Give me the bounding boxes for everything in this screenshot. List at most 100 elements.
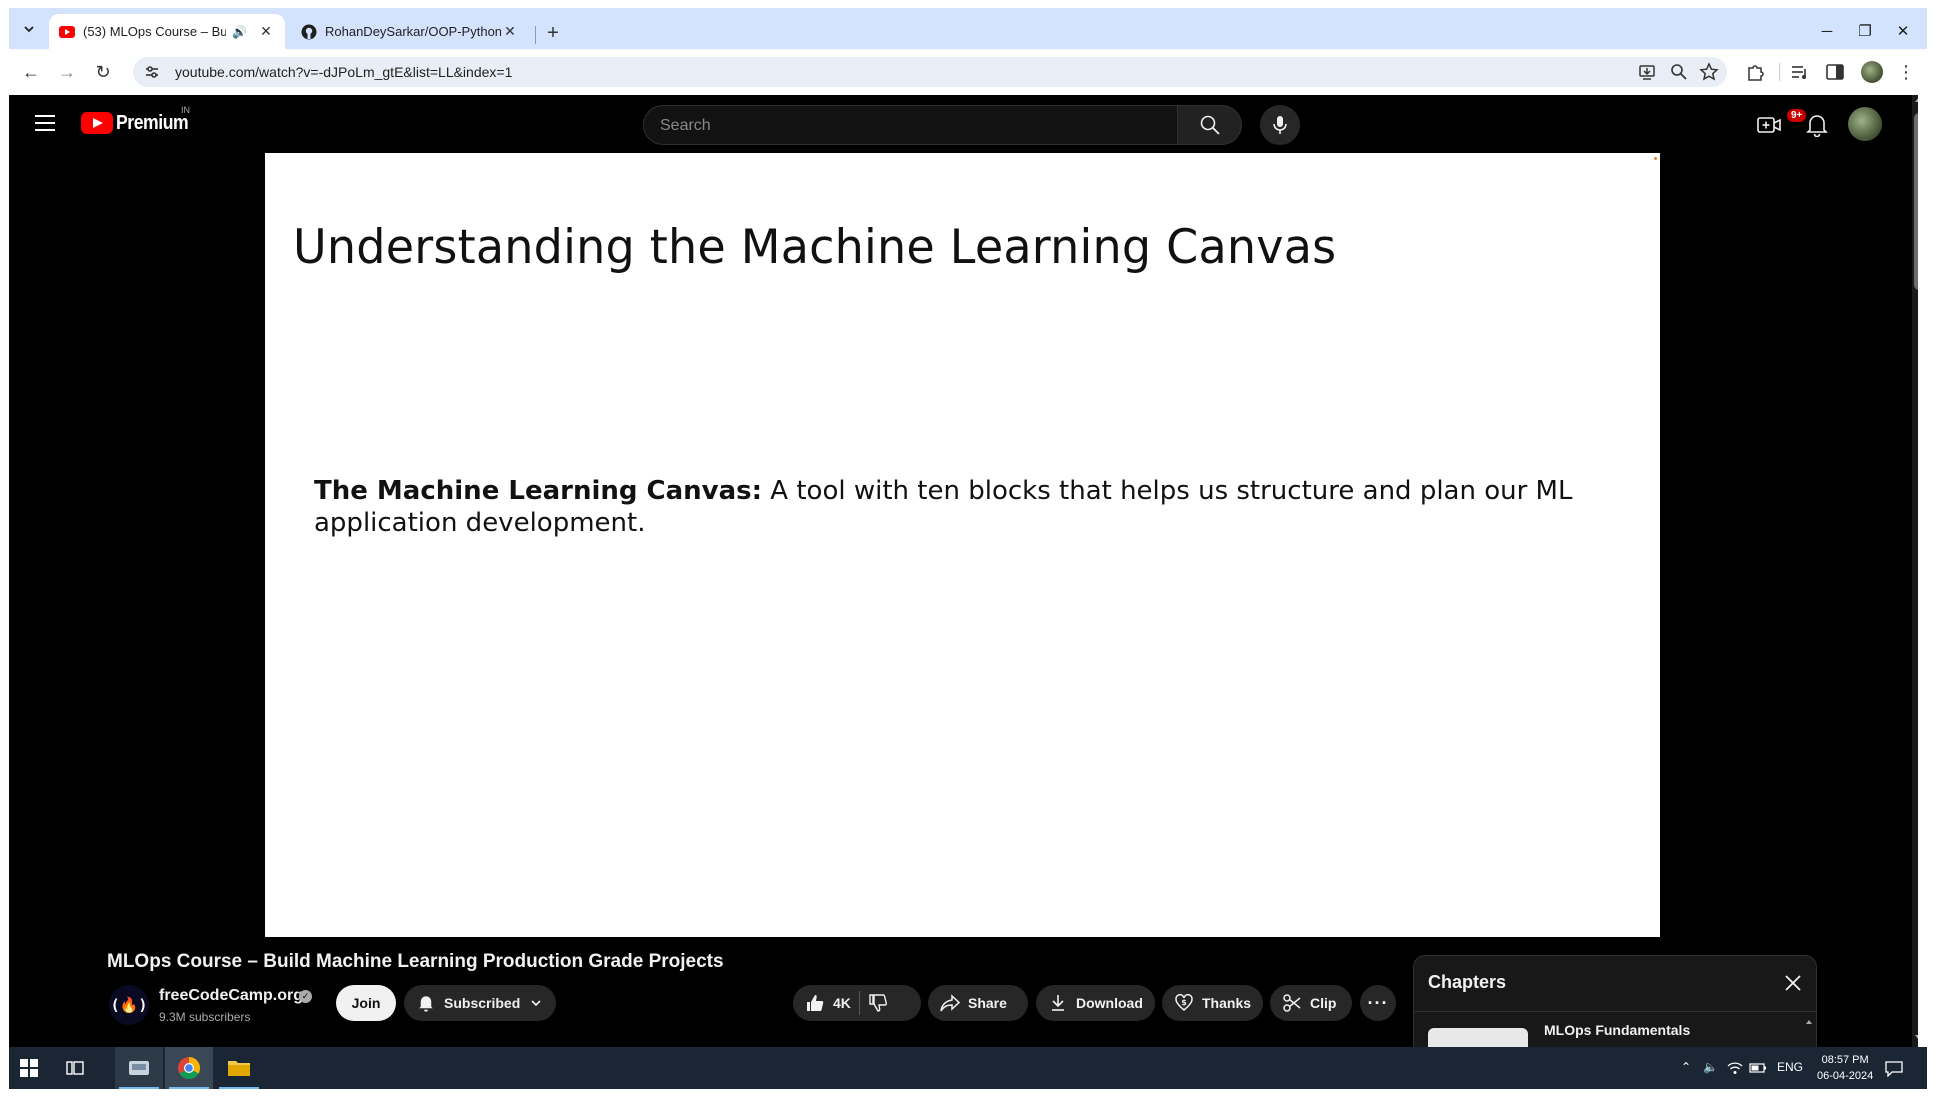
account-avatar[interactable] <box>1848 107 1882 141</box>
bell-icon <box>416 993 436 1013</box>
bookmark-star-icon[interactable] <box>1699 62 1719 82</box>
hamburger-menu-icon[interactable] <box>35 115 55 131</box>
task-view-button[interactable] <box>55 1047 95 1089</box>
close-icon[interactable] <box>1782 972 1804 994</box>
scroll-up-arrow-icon[interactable] <box>1915 97 1918 102</box>
share-button[interactable]: Share <box>928 985 1028 1021</box>
site-settings-icon[interactable] <box>143 63 161 81</box>
notification-center-icon[interactable] <box>1885 1061 1903 1077</box>
download-icon <box>1048 993 1068 1013</box>
tab-search-button[interactable] <box>17 17 41 41</box>
slide-marker <box>1654 157 1657 160</box>
tab-title: RohanDeySarkar/OOP-Python <box>325 24 501 39</box>
tab-separator <box>535 26 536 44</box>
create-video-icon <box>1757 117 1781 133</box>
show-hidden-icons-chevron-icon[interactable]: ⌃ <box>1681 1060 1691 1074</box>
chapter-thumbnail[interactable] <box>1428 1028 1528 1047</box>
windows-logo-icon <box>20 1059 38 1077</box>
toolbar-separator <box>1779 63 1780 81</box>
address-bar[interactable]: youtube.com/watch?v=-dJPoLm_gtE&list=LL&… <box>133 57 1727 87</box>
slide-body-term: The Machine Learning Canvas: <box>314 476 763 506</box>
chevron-down-icon <box>531 1000 541 1007</box>
create-button[interactable] <box>1756 112 1782 138</box>
channel-name[interactable]: freeCodeCamp.org <box>159 987 303 1005</box>
scissors-icon <box>1282 993 1302 1013</box>
chapter-item-label[interactable]: MLOps Fundamentals <box>1544 1022 1690 1038</box>
start-button[interactable] <box>9 1047 49 1089</box>
browser-tab-youtube[interactable]: (53) MLOps Course – Build Machine Learni… <box>49 14 285 49</box>
subscribed-label: Subscribed <box>444 995 521 1011</box>
browser-toolbar: ← → ↻ youtube.com/watch?v=-dJPoLm_gtE&li… <box>9 49 1927 95</box>
close-tab-icon[interactable]: ✕ <box>257 23 275 40</box>
download-button[interactable]: Download <box>1036 985 1155 1021</box>
channel-avatar[interactable]: (🔥) <box>109 985 149 1025</box>
slide-body: The Machine Learning Canvas: A tool with… <box>314 475 1574 539</box>
media-controls-icon[interactable] <box>1789 61 1811 83</box>
minimize-button[interactable]: ─ <box>1809 20 1845 44</box>
taskbar-app-chrome[interactable] <box>165 1047 213 1089</box>
chapters-panel: Chapters MLOps Fundamentals <box>1413 955 1817 1047</box>
like-dislike-group: 4K <box>793 985 921 1021</box>
search-input[interactable]: Search <box>643 105 1178 145</box>
volume-icon[interactable]: 🔈 <box>1703 1060 1718 1074</box>
download-label: Download <box>1076 995 1143 1011</box>
close-tab-icon[interactable]: ✕ <box>501 23 519 40</box>
join-button[interactable]: Join <box>336 985 396 1021</box>
install-app-icon[interactable] <box>1637 62 1657 82</box>
clip-button[interactable]: Clip <box>1270 985 1352 1021</box>
input-language[interactable]: ENG <box>1777 1060 1803 1074</box>
clip-label: Clip <box>1310 995 1337 1011</box>
voice-search-button[interactable] <box>1260 105 1300 145</box>
thumbs-down-icon[interactable] <box>868 993 888 1013</box>
subscribed-button[interactable]: Subscribed <box>404 985 556 1021</box>
url-text: youtube.com/watch?v=-dJPoLm_gtE&list=LL&… <box>175 64 513 80</box>
new-tab-button[interactable]: + <box>539 20 567 48</box>
chrome-icon <box>178 1057 200 1079</box>
more-actions-button[interactable]: ··· <box>1360 985 1396 1021</box>
verified-badge-icon: ✓ <box>299 990 312 1003</box>
restore-button[interactable]: ❐ <box>1847 20 1883 44</box>
zoom-icon[interactable] <box>1669 62 1689 82</box>
taskbar-app-file-explorer[interactable] <box>215 1047 263 1089</box>
like-divider <box>858 991 860 1015</box>
video-title: MLOps Course – Build Machine Learning Pr… <box>107 951 724 972</box>
screen-bottom-edge <box>0 1089 1937 1097</box>
youtube-favicon-icon <box>59 25 75 38</box>
scroll-down-arrow-icon[interactable] <box>1915 1035 1918 1040</box>
chapters-divider <box>1414 1011 1816 1012</box>
tab-title: (53) MLOps Course – Build Machine Learni… <box>83 24 227 39</box>
battery-icon[interactable] <box>1749 1062 1767 1074</box>
search-placeholder: Search <box>660 117 711 134</box>
thanks-button[interactable]: $ Thanks <box>1162 985 1263 1021</box>
system-clock[interactable]: 08:57 PM 06-04-2024 <box>1817 1052 1873 1084</box>
extensions-icon[interactable] <box>1744 61 1766 83</box>
screen: (53) MLOps Course – Build Machine Learni… <box>0 0 1937 1097</box>
speaker-icon[interactable]: 🔊 <box>232 25 247 39</box>
chrome-menu-icon[interactable]: ⋮ <box>1893 59 1919 85</box>
super-thanks-icon: $ <box>1174 993 1194 1013</box>
youtube-premium-logo[interactable]: Premium IN <box>81 105 198 135</box>
chapters-scroll-up-icon[interactable] <box>1806 1020 1812 1024</box>
profile-avatar[interactable] <box>1861 61 1883 83</box>
subscriber-count: 9.3M subscribers <box>159 1010 251 1024</box>
search-icon <box>1200 115 1220 135</box>
browser-tab-github[interactable]: RohanDeySarkar/OOP-Python ✕ <box>291 14 529 49</box>
taskbar-app-explorer-drive[interactable] <box>115 1047 163 1089</box>
side-panel-icon[interactable] <box>1824 61 1846 83</box>
svg-text:$: $ <box>1181 998 1187 1007</box>
video-player[interactable]: Understanding the Machine Learning Canva… <box>265 153 1660 937</box>
like-count[interactable]: 4K <box>833 995 851 1011</box>
scrollbar-thumb[interactable] <box>1914 113 1918 290</box>
microphone-icon <box>1273 116 1287 134</box>
back-button[interactable]: ← <box>18 59 44 85</box>
forward-button[interactable]: → <box>54 59 80 85</box>
wifi-icon[interactable] <box>1727 1061 1743 1075</box>
close-window-button[interactable]: ✕ <box>1885 20 1921 44</box>
thumbs-up-icon[interactable] <box>805 993 825 1013</box>
notifications-button[interactable] <box>1804 112 1830 138</box>
reload-button[interactable]: ↻ <box>90 59 116 85</box>
github-favicon-icon <box>301 24 317 39</box>
slide-title: Understanding the Machine Learning Canva… <box>293 220 1337 275</box>
page-scrollbar[interactable] <box>1912 95 1918 1047</box>
search-button[interactable] <box>1178 105 1242 145</box>
